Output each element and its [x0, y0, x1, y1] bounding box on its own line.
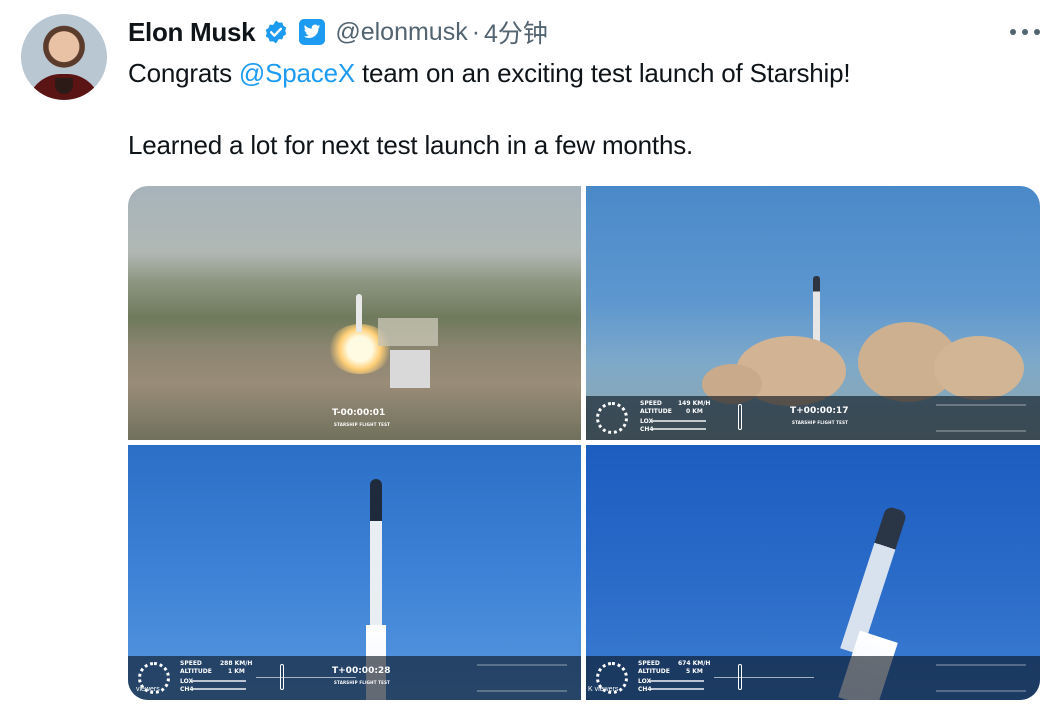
exhaust-cloud	[934, 336, 1024, 400]
more-dot	[1022, 29, 1028, 35]
flight-test-caption: STARSHIP FLIGHT TEST	[334, 422, 391, 427]
avatar[interactable]	[21, 14, 107, 100]
tweet-text-prefix: Congrats	[128, 58, 239, 88]
tweet-text-line1: Congrats @SpaceX team on an exciting tes…	[128, 58, 851, 89]
speed-label: SPEED	[638, 660, 660, 667]
flight-test-caption: STARSHIP FLIGHT TEST	[334, 680, 391, 685]
ch4-gauge	[192, 688, 246, 690]
ch4-gauge	[652, 428, 706, 430]
rocket	[370, 479, 382, 629]
speed-value: 674 KM/H	[678, 660, 711, 667]
media-grid: T-00:00:01 STARSHIP FLIGHT TEST SPEED 14…	[128, 186, 1040, 700]
rocket	[356, 294, 362, 332]
flight-test-caption: STARSHIP FLIGHT TEST	[792, 420, 849, 425]
media-photo-2[interactable]: SPEED 149 KM/H ALTITUDE 0 KM LOX CH4 T+0…	[586, 186, 1040, 440]
ship-attitude-icon	[738, 664, 742, 690]
launch-tower-structure	[390, 350, 430, 388]
media-photo-3[interactable]: viewers SPEED 288 KM/H ALTITUDE 1 KM LOX…	[128, 445, 581, 700]
ship-attitude-icon	[280, 664, 284, 690]
telemetry-overlay: viewers SPEED 288 KM/H ALTITUDE 1 KM LOX…	[128, 656, 581, 700]
twitter-bird-icon[interactable]	[299, 19, 326, 45]
separator-dot: ·	[471, 17, 481, 46]
tweet-timestamp[interactable]: 4分钟	[484, 14, 548, 50]
more-dot	[1034, 29, 1040, 35]
altitude-label: ALTITUDE	[180, 668, 212, 675]
ship-attitude-icon	[738, 404, 742, 430]
verified-badge-icon	[263, 19, 289, 45]
mission-clock: T+00:00:28	[332, 666, 391, 676]
altitude-value: 5 KM	[686, 668, 703, 675]
author-name[interactable]: Elon Musk	[128, 17, 256, 48]
altitude-value: 1 KM	[228, 668, 245, 675]
tweet-text-line2: Learned a lot for next test launch in a …	[128, 130, 694, 160]
altitude-label: ALTITUDE	[638, 668, 670, 675]
telemetry-overlay: K viewers SPEED 674 KM/H ALTITUDE 5 KM L…	[586, 656, 1040, 700]
speed-value: 288 KM/H	[220, 660, 253, 667]
more-dot	[1010, 29, 1016, 35]
booster-telemetry-ghost	[936, 664, 1026, 692]
rocket	[840, 505, 908, 656]
speed-label: SPEED	[640, 400, 662, 407]
tweet-text-suffix: team on an exciting test launch of Stars…	[354, 58, 851, 88]
lox-gauge	[652, 420, 706, 422]
booster-telemetry-ghost	[477, 664, 567, 692]
media-photo-4[interactable]: K viewers SPEED 674 KM/H ALTITUDE 5 KM L…	[586, 445, 1040, 700]
media-photo-1[interactable]: T-00:00:01 STARSHIP FLIGHT TEST	[128, 186, 581, 440]
booster-track	[714, 677, 814, 678]
spacex-telemetry-icon	[596, 402, 628, 434]
booster-track	[256, 677, 356, 678]
speed-label: SPEED	[180, 660, 202, 667]
countdown-clock: T-00:00:01	[332, 408, 386, 418]
speed-value: 149 KM/H	[678, 400, 711, 407]
more-horizontal-icon[interactable]	[1010, 20, 1040, 44]
tweet-header: Elon Musk @elonmusk · 4分钟	[128, 14, 548, 50]
ch4-gauge	[650, 688, 704, 690]
lox-gauge	[650, 680, 704, 682]
author-handle[interactable]: @elonmusk	[335, 18, 467, 47]
altitude-value: 0 KM	[686, 408, 703, 415]
booster-telemetry-ghost	[936, 404, 1026, 432]
viewer-count-label: viewers	[136, 686, 160, 693]
mission-clock: T+00:00:17	[790, 406, 849, 416]
mention-link[interactable]: @SpaceX	[239, 58, 355, 88]
rocket	[813, 276, 820, 346]
launch-site-pad	[378, 318, 438, 346]
altitude-label: ALTITUDE	[640, 408, 672, 415]
lox-gauge	[192, 680, 246, 682]
viewer-count-label: K viewers	[588, 686, 619, 693]
telemetry-overlay: SPEED 149 KM/H ALTITUDE 0 KM LOX CH4 T+0…	[586, 396, 1040, 440]
